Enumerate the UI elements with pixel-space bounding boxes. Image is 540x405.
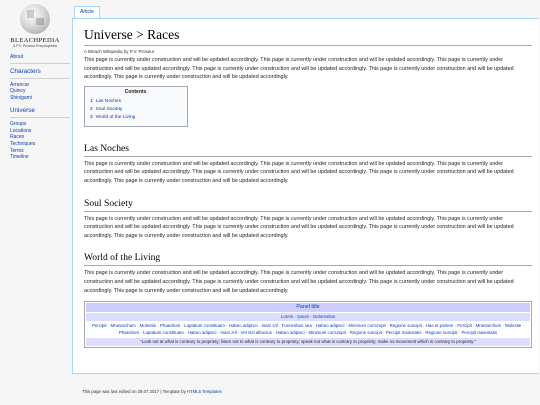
logo-subtitle: A P.V. Proseur Encyclopedia xyxy=(13,44,57,48)
toc-item-world-of-the-living[interactable]: 3 World of the Living xyxy=(90,114,181,122)
sidebar-divider xyxy=(10,62,70,64)
section-heading-world-of-the-living: World of the Living xyxy=(84,252,532,267)
footer-template-link[interactable]: HTML5 Templates xyxy=(187,389,222,394)
sidebar-item-about[interactable]: About xyxy=(10,54,70,61)
sidebar-section-characters[interactable]: Characters xyxy=(10,67,70,76)
sidebar-item-timeline[interactable]: Timeline xyxy=(10,154,70,161)
site-logo[interactable]: BLEACHPEDIA A P.V. Proseur Encyclopedia xyxy=(8,4,62,48)
toc-item-las-noches[interactable]: 1 Las Noches xyxy=(90,98,181,106)
sidebar-item-groups[interactable]: Groups xyxy=(10,121,70,128)
sidebar-nav: About Characters Arrancar Quincy Shiniga… xyxy=(10,54,70,161)
page-title: Universe > Races xyxy=(84,27,532,46)
sidebar-section-universe[interactable]: Universe xyxy=(10,106,70,115)
section-heading-las-noches: Las Noches xyxy=(84,143,532,157)
globe-logo-icon xyxy=(20,4,50,34)
page-tagline: A Bleach Wikipedia by P.V. Proseur xyxy=(84,49,155,54)
navbox-panel: Panel title Lorem · Ipsum · Doloresitas … xyxy=(84,301,532,348)
sidebar: BLEACHPEDIA A P.V. Proseur Encyclopedia … xyxy=(0,0,72,405)
toc-item-soul-society[interactable]: 2 Soul Society xyxy=(90,106,181,114)
sidebar-item-races[interactable]: Races xyxy=(10,134,70,141)
footer-text: This page was last edited on 29.07.2017 … xyxy=(82,389,186,394)
sidebar-item-quincy[interactable]: Quincy xyxy=(10,88,70,95)
table-of-contents: Contents 1 Las Noches 2 Soul Society 3 Worl… xyxy=(84,85,188,127)
sidebar-item-techniques[interactable]: Techniques xyxy=(10,141,70,148)
article-content: Universe > Races A Bleach Wikipedia by P… xyxy=(72,18,539,374)
navbox-title[interactable]: Panel title xyxy=(86,303,530,313)
toc-title: Contents xyxy=(124,88,147,95)
navbox-subtitle-links[interactable]: Lorem · Ipsum · Doloresitas xyxy=(86,313,530,321)
sidebar-item-locations[interactable]: Locations xyxy=(10,128,70,135)
sidebar-item-shinigami[interactable]: Shinigami xyxy=(10,95,70,102)
sidebar-divider xyxy=(10,77,70,79)
logo-title: BLEACHPEDIA xyxy=(10,37,60,44)
section-paragraph: This page is currently under constructio… xyxy=(84,215,514,239)
section-heading-soul-society: Soul Society xyxy=(84,198,532,212)
sidebar-divider xyxy=(10,116,70,118)
page-footer: This page was last edited on 29.07.2017 … xyxy=(82,389,222,394)
sidebar-item-arrancar[interactable]: Arrancar xyxy=(10,82,70,89)
navbox-quote: "Look not at what is contrary to proprie… xyxy=(86,338,530,346)
intro-paragraph: This page is currently under constructio… xyxy=(84,57,514,81)
navbox-link-list[interactable]: Percipit · Mnesarchum · Molestie · Phaed… xyxy=(86,320,530,338)
section-paragraph: This page is currently under constructio… xyxy=(84,270,514,294)
section-paragraph: This page is currently under constructio… xyxy=(84,160,514,184)
sidebar-item-terms[interactable]: Terms xyxy=(10,148,70,155)
